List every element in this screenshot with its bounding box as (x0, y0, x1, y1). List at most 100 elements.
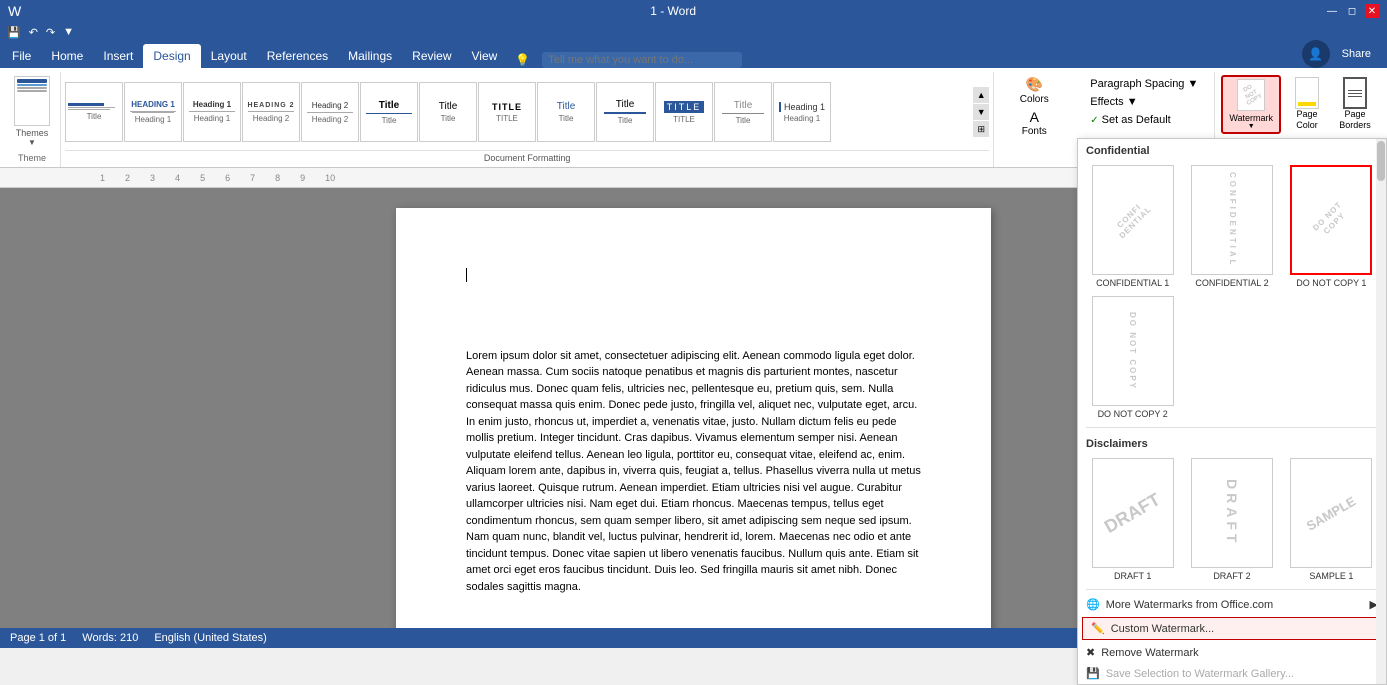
do-not-copy-2-thumb: DO NOT COPY (1092, 296, 1174, 406)
effects-label: Effects (1090, 96, 1123, 108)
avatar: 👤 (1302, 40, 1330, 68)
share-button[interactable]: Share (1336, 46, 1377, 62)
page-borders-button[interactable]: PageBorders (1333, 75, 1377, 133)
style-title-a[interactable]: Title Title (360, 82, 418, 142)
more-watermarks-label: More Watermarks from Office.com (1106, 599, 1273, 611)
styles-scroll-down[interactable]: ▼ (973, 104, 989, 120)
confidential-2-item[interactable]: CONFIDENTIAL CONFIDENTIAL 2 (1185, 165, 1278, 288)
styles-scroll: ▲ ▼ ⊞ (973, 87, 989, 137)
page-color-button[interactable]: PageColor (1285, 75, 1329, 133)
do-not-copy-2-label: DO NOT COPY 2 (1098, 409, 1168, 419)
tab-home[interactable]: Home (41, 44, 93, 68)
style-title-caps2[interactable]: TITLE TITLE (655, 82, 713, 142)
fonts-button[interactable]: A Fonts (1018, 107, 1051, 139)
draft-2-item[interactable]: DRAFT DRAFT 2 (1185, 458, 1278, 581)
text-cursor (466, 268, 467, 282)
colors-label: Colors (1020, 94, 1049, 105)
styles-scroll-up[interactable]: ▲ (973, 87, 989, 103)
style-heading2b[interactable]: Heading 2 Heading 2 (301, 82, 359, 142)
title-bar-controls: ― ◻ ✕ (1325, 4, 1379, 18)
effects-button[interactable]: Effects ▼ (1086, 94, 1202, 110)
do-not-copy-1-thumb: DO NOTCOPY (1290, 165, 1372, 275)
quick-access-toolbar: 💾 ↶ ↷ ▼ (0, 22, 1387, 42)
watermark-arrow-icon: ▼ (1248, 123, 1255, 130)
wm-divider-2 (1086, 589, 1378, 590)
save-icon: 💾 (1086, 667, 1100, 680)
confidential-2-thumb: CONFIDENTIAL (1191, 165, 1273, 275)
redo-button[interactable]: ↷ (43, 24, 58, 41)
ribbon-tabs: File Home Insert Design Layout Reference… (0, 42, 1387, 68)
panel-scroll-thumb (1377, 141, 1385, 181)
themes-button[interactable]: Themes ▼ (10, 74, 54, 149)
do-not-copy-1-label: DO NOT COPY 1 (1296, 278, 1366, 288)
style-normal[interactable]: Title (65, 82, 123, 142)
do-not-copy-2-item[interactable]: DO NOT COPY DO NOT COPY 2 (1086, 296, 1179, 419)
themes-group-label: Theme (18, 153, 46, 163)
themes-group: Themes ▼ Theme (4, 72, 61, 167)
draft-2-label: DRAFT 2 (1213, 571, 1250, 581)
tab-view[interactable]: View (462, 44, 508, 68)
customize-qat-button[interactable]: ▼ (60, 24, 77, 40)
tell-me-input[interactable] (542, 52, 742, 68)
save-qat-button[interactable]: 💾 (4, 24, 24, 41)
style-title-e[interactable]: Title Title (714, 82, 772, 142)
tab-review[interactable]: Review (402, 44, 461, 68)
draft-1-thumb: DRAFT (1092, 458, 1174, 568)
panel-scrollbar[interactable] (1376, 139, 1386, 684)
minimize-button[interactable]: ― (1325, 4, 1339, 18)
confidential-1-item[interactable]: CONFIDENTIAL CONFIDENTIAL 1 (1086, 165, 1179, 288)
tab-insert[interactable]: Insert (93, 44, 143, 68)
style-heading1a[interactable]: HEADING 1 Heading 1 (124, 82, 182, 142)
document-formatting-group: Title HEADING 1 Heading 1 Heading 1 Head… (61, 72, 994, 167)
colors-button[interactable]: 🎨 Colors (1016, 74, 1053, 107)
wm-divider-1 (1086, 427, 1378, 428)
styles-scroll-more[interactable]: ⊞ (973, 121, 989, 137)
remove-icon: ✖ (1086, 646, 1095, 659)
do-not-copy-1-item[interactable]: DO NOTCOPY DO NOT COPY 1 (1285, 165, 1378, 288)
doc-formatting-label: Document Formatting (65, 150, 989, 165)
undo-button[interactable]: ↶ (26, 24, 41, 41)
fonts-label: Fonts (1022, 126, 1047, 137)
tab-layout[interactable]: Layout (201, 44, 257, 68)
page-color-label: PageColor (1296, 109, 1318, 131)
right-group: Paragraph Spacing ▼ Effects ▼ ✓ Set as D… (1080, 74, 1208, 144)
colors-fonts-items: 🎨 Colors A Fonts (1016, 74, 1053, 165)
word-count: Words: 210 (82, 632, 138, 644)
confidential-1-label: CONFIDENTIAL 1 (1096, 278, 1169, 288)
set-as-default-button[interactable]: ✓ Set as Default (1086, 112, 1202, 128)
document-page: Lorem ipsum dolor sit amet, consectetuer… (396, 208, 991, 628)
style-title-b[interactable]: Title Title (419, 82, 477, 142)
style-title-caps[interactable]: TITLE TITLE (478, 82, 536, 142)
more-watermarks-item[interactable]: 🌐 More Watermarks from Office.com ▶ (1078, 594, 1386, 615)
draft-1-item[interactable]: DRAFT DRAFT 1 (1086, 458, 1179, 581)
remove-watermark-item[interactable]: ✖ Remove Watermark (1078, 642, 1386, 663)
paragraph-spacing-label: Paragraph Spacing (1090, 78, 1184, 90)
watermark-button[interactable]: DONOTCOPY Watermark ▼ (1221, 75, 1281, 134)
language: English (United States) (154, 632, 267, 644)
confidential-section-title: Confidential (1078, 139, 1386, 161)
style-title-c[interactable]: Title Title (537, 82, 595, 142)
tab-references[interactable]: References (257, 44, 338, 68)
close-button[interactable]: ✕ (1365, 4, 1379, 18)
custom-watermark-item[interactable]: ✏️ Custom Watermark... (1082, 617, 1382, 640)
style-heading2a[interactable]: HEADING 2 Heading 2 (242, 82, 300, 142)
paragraph-spacing-button[interactable]: Paragraph Spacing ▼ (1086, 76, 1202, 92)
confidential-2-label: CONFIDENTIAL 2 (1195, 278, 1268, 288)
custom-watermark-label: Custom Watermark... (1111, 623, 1215, 635)
sample-1-label: SAMPLE 1 (1309, 571, 1353, 581)
tab-file[interactable]: File (2, 44, 41, 68)
document-body: Lorem ipsum dolor sit amet, consectetuer… (466, 348, 921, 596)
title-bar: W 1 - Word ― ◻ ✕ (0, 0, 1387, 22)
style-heading1c[interactable]: Heading 1 Heading 1 (773, 82, 831, 142)
sample-1-item[interactable]: SAMPLE SAMPLE 1 (1285, 458, 1378, 581)
restore-button[interactable]: ◻ (1345, 4, 1359, 18)
colors-fonts-group: 🎨 Colors A Fonts (994, 72, 1074, 167)
style-title-d[interactable]: Title Title (596, 82, 654, 142)
style-heading1b[interactable]: Heading 1 Heading 1 (183, 82, 241, 142)
do-not-copy-2-grid: DO NOT COPY DO NOT COPY 2 (1078, 292, 1386, 423)
tab-design[interactable]: Design (143, 44, 200, 68)
checkmark-icon: ✓ (1090, 115, 1098, 126)
word-icon: W (8, 3, 21, 19)
tab-mailings[interactable]: Mailings (338, 44, 402, 68)
user-area: 👤 Share (1302, 40, 1385, 68)
